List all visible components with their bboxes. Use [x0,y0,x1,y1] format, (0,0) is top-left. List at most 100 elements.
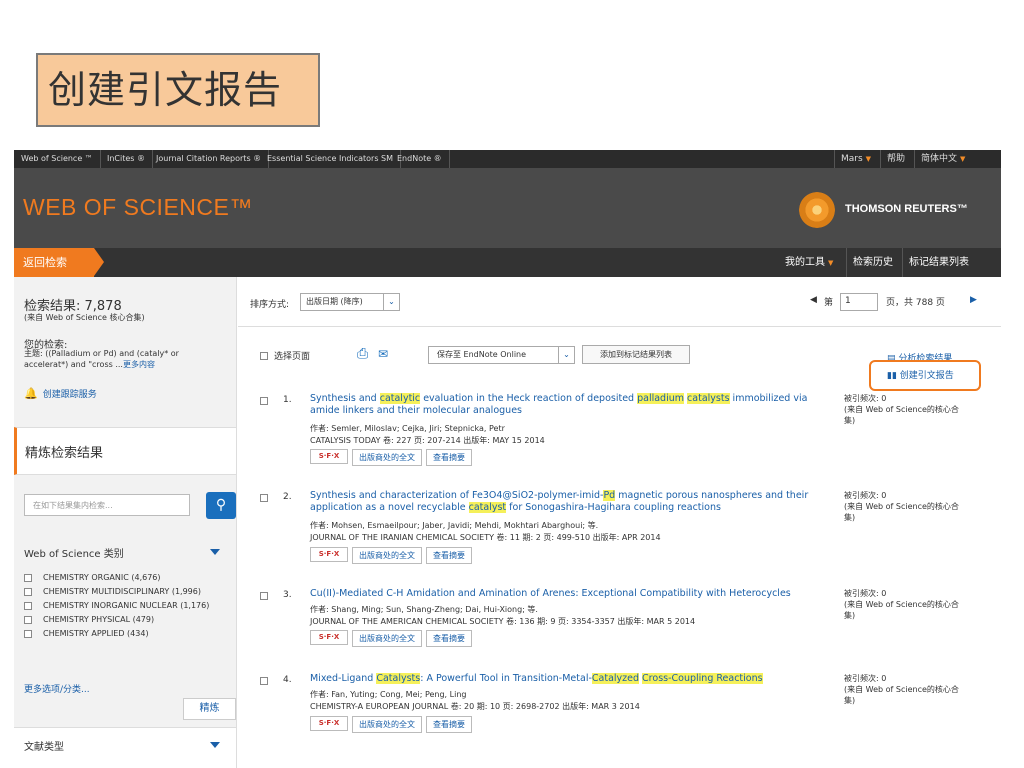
record-number: 4. [283,675,292,685]
record-checkbox[interactable] [260,397,268,405]
search-history-link[interactable]: 检索历史 [846,248,899,277]
doctype-header: 文献类型 [24,742,64,753]
doctype-section[interactable]: 文献类型 [14,727,236,768]
marked-list-link[interactable]: 标记结果列表 [902,248,975,277]
select-page[interactable]: 选择页面 [260,349,310,362]
search-within-input[interactable]: 在如下结果集内检索... [24,494,190,516]
record-title[interactable]: Synthesis and characterization of Fe3O4@… [310,490,815,514]
query-more-link[interactable]: 更多内容 [123,360,155,369]
record-checkbox[interactable] [260,592,268,600]
record-source: JOURNAL OF THE AMERICAN CHEMICAL SOCIETY… [310,617,696,626]
sort-select[interactable]: 出版日期 (降序) ⌄ [300,293,400,311]
search-within-button[interactable]: ⚲ [206,492,236,519]
highlight-box [869,360,981,391]
record-source: JOURNAL OF THE IRANIAN CHEMICAL SOCIETY … [310,533,661,542]
view-abstract-button[interactable]: 查看摘要 [426,449,472,466]
category-checkbox[interactable] [24,588,32,596]
sfx-button[interactable]: S·F·X [310,449,348,464]
back-to-search-button[interactable]: 返回检索 [14,248,104,277]
sfx-button[interactable]: S·F·X [310,716,348,731]
add-to-marked-button[interactable]: 添加到标记结果列表 [582,345,690,364]
citation-count: 被引频次: 0 (来自 Web of Science的核心合集) [844,491,959,522]
record-buttons: S·F·X 出版商处的全文 查看摘要 [310,630,472,648]
category-item[interactable]: CHEMISTRY INORGANIC NUCLEAR (1,176) [24,601,229,611]
record-authors: 作者: Mohsen, Esmaeilpour; Jaber, Javidi; … [310,521,599,530]
citation-count: 被引频次: 0 (来自 Web of Science的核心合集) [844,394,959,425]
topbar-link-jcr[interactable]: Journal Citation Reports ® [149,150,270,168]
query-text: 主题: ((Palladium or Pd) and (cataly* or a… [24,348,224,370]
view-abstract-button[interactable]: 查看摘要 [426,630,472,647]
category-checkbox[interactable] [24,630,32,638]
nav-bar: 返回检索 我的工具 ▼ 检索历史 标记结果列表 [14,248,1001,277]
thomson-reuters-logo-icon [799,192,835,228]
category-checkbox[interactable] [24,602,32,610]
category-label: CHEMISTRY APPLIED (434) [43,629,149,638]
category-item[interactable]: CHEMISTRY MULTIDISCIPLINARY (1,996) [24,587,229,597]
record-title[interactable]: Cu(II)-Mediated C-H Amidation and Aminat… [310,588,815,600]
sfx-label: S·F·X [318,452,340,460]
category-checkbox[interactable] [24,574,32,582]
select-page-checkbox[interactable] [260,352,268,360]
prev-page-icon[interactable]: ◀ [810,295,817,305]
bell-icon: 🔔 [24,387,38,400]
email-icon[interactable]: ✉ [378,347,388,361]
topbar-link-esi[interactable]: Essential Science Indicators SM [260,150,402,168]
page-input[interactable]: 1 [840,293,878,311]
keyword-highlight: Catalysts [376,673,421,684]
topbar-link-endnote[interactable]: EndNote ® [390,150,450,168]
sfx-button[interactable]: S·F·X [310,630,348,645]
language-menu[interactable]: 简体中文 ▼ [914,150,971,168]
category-item[interactable]: CHEMISTRY APPLIED (434) [24,629,229,639]
sfx-label: S·F·X [318,719,340,727]
chevron-down-icon[interactable] [210,549,220,555]
keyword-highlight: Cross-Coupling Reactions [642,673,763,684]
view-abstract-button[interactable]: 查看摘要 [426,547,472,564]
record-buttons: S·F·X 出版商处的全文 查看摘要 [310,449,472,467]
record-checkbox[interactable] [260,494,268,502]
record-title[interactable]: Synthesis and catalytic evaluation in th… [310,393,815,417]
full-text-button[interactable]: 出版商处的全文 [352,630,422,647]
select-page-label: 选择页面 [274,352,311,362]
refine-button[interactable]: 精炼 [183,698,236,720]
citation-count: 被引频次: 0 (来自 Web of Science的核心合集) [844,674,959,705]
record-checkbox[interactable] [260,677,268,685]
sfx-label: S·F·X [318,550,340,558]
top-bar: Web of Science ™ InCites ® Journal Citat… [14,150,1001,168]
language-label: 简体中文 [921,154,958,164]
category-list: CHEMISTRY ORGANIC (4,676) CHEMISTRY MULT… [24,573,229,643]
category-label: CHEMISTRY ORGANIC (4,676) [43,573,161,582]
full-text-button[interactable]: 出版商处的全文 [352,716,422,733]
full-text-button[interactable]: 出版商处的全文 [352,547,422,564]
user-menu[interactable]: Mars ▼ [834,150,877,168]
category-item[interactable]: CHEMISTRY PHYSICAL (479) [24,615,229,625]
chevron-down-icon: ▼ [865,155,872,163]
category-checkbox[interactable] [24,616,32,624]
chevron-down-icon: ▼ [960,155,966,163]
record-title[interactable]: Mixed-Ligand Catalysts: A Powerful Tool … [310,673,815,685]
chevron-down-icon: ⌄ [558,347,574,363]
wos-logo[interactable]: WEB OF SCIENCE™ [23,194,253,221]
thomson-reuters-text: THOMSON REUTERS™ [845,203,968,215]
more-options-link[interactable]: 更多选项/分类... [24,682,90,695]
record-buttons: S·F·X 出版商处的全文 查看摘要 [310,547,472,565]
help-link[interactable]: 帮助 [880,150,911,168]
view-abstract-button[interactable]: 查看摘要 [426,716,472,733]
topbar-link-incites[interactable]: InCites ® [100,150,154,168]
next-page-icon[interactable]: ▶ [970,295,977,305]
keyword-highlight: catalysts [687,393,730,404]
thomson-reuters-logo: THOMSON REUTERS™ [799,192,989,228]
slide-title: 创建引文报告 [36,53,320,127]
sfx-button[interactable]: S·F·X [310,547,348,562]
full-text-button[interactable]: 出版商处的全文 [352,449,422,466]
category-item[interactable]: CHEMISTRY ORGANIC (4,676) [24,573,229,583]
create-alert-link[interactable]: 🔔 创建跟踪服务 [24,387,97,400]
save-to-select[interactable]: 保存至 EndNote Online ⌄ [428,346,575,364]
chevron-down-icon: ⌄ [383,294,399,310]
category-header[interactable]: Web of Science 类别 [24,545,124,560]
slide: 创建引文报告 Web of Science ™ InCites ® Journa… [0,0,1024,768]
refine-results-header: 精炼检索结果 [14,427,236,475]
sort-bar: 排序方式: 出版日期 (降序) ⌄ ◀ 第 1 页，共 788 页 ▶ [238,277,1001,327]
my-tools-menu[interactable]: 我的工具 ▼ [779,248,839,277]
print-icon[interactable]: ⎙ [357,346,368,362]
topbar-link-wos[interactable]: Web of Science ™ [14,150,101,168]
